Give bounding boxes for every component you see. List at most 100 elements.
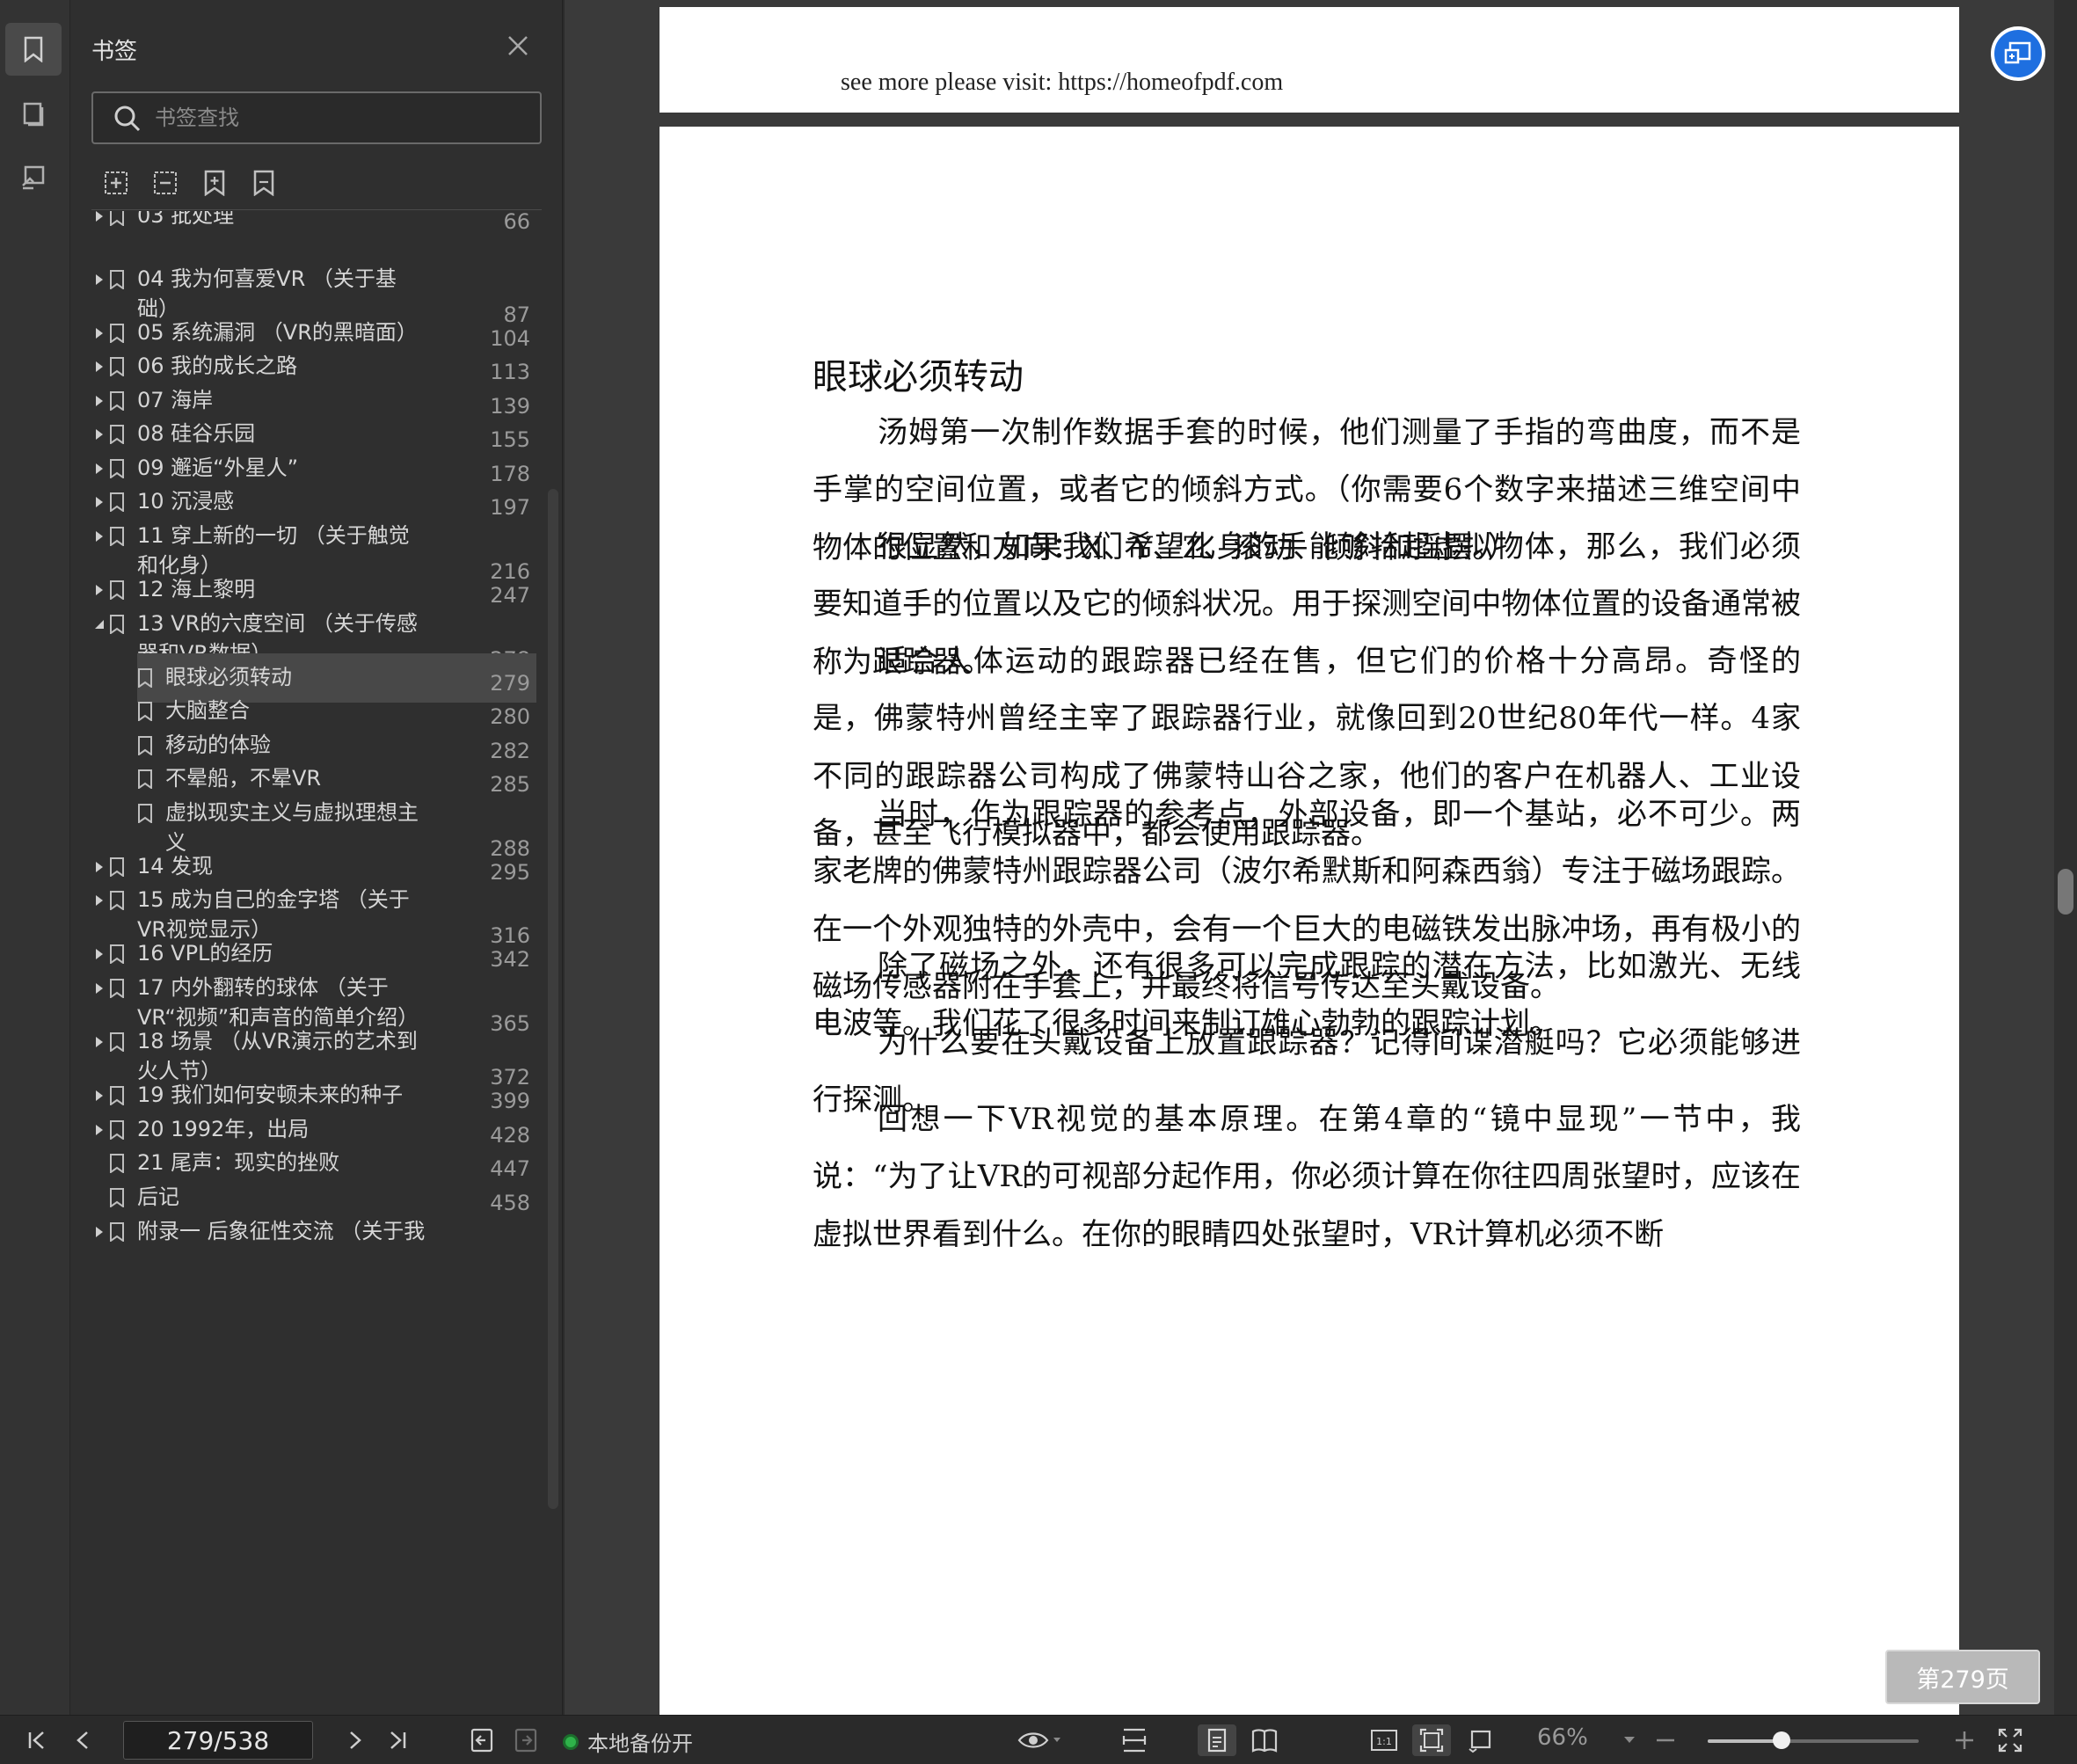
- collapse-all-button[interactable]: [151, 167, 179, 199]
- bookmark-icon: [109, 391, 125, 412]
- bookmark-search: [91, 91, 542, 144]
- collapsed-arrow-icon[interactable]: [93, 1089, 107, 1103]
- page-number-input[interactable]: [123, 1721, 313, 1760]
- pages-icon: [23, 102, 44, 127]
- zoom-in-button[interactable]: [1949, 1724, 1980, 1756]
- collapsed-arrow-icon[interactable]: [93, 583, 107, 597]
- bookmark-scrollbar[interactable]: [548, 489, 558, 1509]
- annotation-tab[interactable]: [5, 151, 62, 204]
- history-back-button[interactable]: [464, 1724, 499, 1756]
- bookmark-tab[interactable]: [5, 23, 62, 76]
- document-scrollbar[interactable]: [2054, 0, 2077, 1715]
- zoom-slider-thumb[interactable]: [1773, 1731, 1790, 1749]
- bookmark-icon: [137, 736, 153, 756]
- previous-page: see more please visit: https://homeofpdf…: [660, 7, 1959, 113]
- export-button[interactable]: [1991, 26, 2045, 81]
- expand-all-button[interactable]: [102, 167, 130, 199]
- bookmark-icon: [109, 1222, 125, 1243]
- local-backup-status[interactable]: 本地备份开: [563, 1726, 693, 1757]
- bookmark-icon: [109, 1120, 125, 1141]
- collapsed-arrow-icon[interactable]: [93, 273, 107, 287]
- back-arrow-icon: [470, 1728, 493, 1753]
- eye-icon: [1017, 1732, 1060, 1748]
- bookmark-icon: [109, 357, 125, 377]
- last-page-button[interactable]: [380, 1724, 415, 1756]
- collapsed-arrow-icon[interactable]: [93, 981, 107, 995]
- bookmark-page-number: 285: [490, 772, 530, 797]
- fullscreen-button[interactable]: [1993, 1724, 2028, 1756]
- zoom-level[interactable]: 66%: [1537, 1724, 1588, 1751]
- add-bookmark-button[interactable]: [200, 167, 229, 199]
- bookmark-label: 06 我的成长之路: [137, 354, 298, 378]
- fit-width-button[interactable]: [1115, 1724, 1154, 1756]
- actual-size-icon: 1:1: [1371, 1730, 1397, 1751]
- bookmark-icon: [137, 702, 153, 722]
- fit-width-icon: [1122, 1728, 1147, 1753]
- bookmark-page-number: 178: [490, 462, 530, 486]
- dual-page-button[interactable]: [1245, 1724, 1284, 1756]
- collapsed-arrow-icon[interactable]: [93, 1035, 107, 1049]
- bookmark-list: 03 批处理 66 04 我为何喜爱VR （关于基础） 87 05 系统漏洞 （VR的黑…: [70, 211, 550, 1715]
- bookmark-icon: [109, 492, 125, 513]
- zoom-out-button[interactable]: [1650, 1724, 1681, 1756]
- bookmark-toolbar: [102, 167, 278, 202]
- bookmark-label: 18 场景 （从VR演示的艺术到火人节）: [137, 1029, 418, 1083]
- bookmark-label: 17 内外翻转的球体 （关于VR“视频”和声音的简单介绍）: [137, 975, 419, 1030]
- collapsed-arrow-icon[interactable]: [93, 427, 107, 441]
- collapsed-arrow-icon[interactable]: [93, 947, 107, 961]
- bookmark-icon: [109, 324, 125, 344]
- previous-page-button[interactable]: [65, 1724, 100, 1756]
- collapsed-arrow-icon[interactable]: [93, 893, 107, 908]
- collapsed-arrow-icon[interactable]: [93, 326, 107, 340]
- bookmark-page-number: 113: [490, 360, 530, 384]
- collapsed-arrow-icon[interactable]: [93, 1225, 107, 1239]
- collapsed-arrow-icon[interactable]: [93, 495, 107, 509]
- fit-page-button[interactable]: [1412, 1724, 1451, 1756]
- zoom-dropdown[interactable]: [1616, 1724, 1643, 1756]
- collapsed-arrow-icon[interactable]: [93, 211, 107, 223]
- single-page-button[interactable]: [1198, 1724, 1236, 1756]
- bookmark-icon: [109, 615, 125, 635]
- rotate-icon: [1468, 1730, 1491, 1753]
- fit-page-icon: [1419, 1728, 1444, 1753]
- bookmark-page-number: 104: [490, 326, 530, 351]
- collapsed-arrow-icon[interactable]: [93, 462, 107, 476]
- actual-size-button[interactable]: 1:1: [1365, 1724, 1403, 1756]
- collapsed-arrow-icon[interactable]: [93, 529, 107, 543]
- next-page-button[interactable]: [338, 1724, 373, 1756]
- status-bar: 本地备份开 1:1 66%: [0, 1715, 2077, 1764]
- bookmark-icon: [109, 211, 125, 227]
- thumbnail-tab[interactable]: [5, 88, 62, 141]
- collapsed-arrow-icon[interactable]: [93, 360, 107, 374]
- add-bookmark-icon: [204, 170, 225, 196]
- bookmark-page-number: 288: [490, 836, 530, 861]
- bookmark-label: 16 VPL的经历: [137, 941, 273, 966]
- bookmark-outline-button[interactable]: [250, 167, 278, 199]
- bookmark-icon: [109, 459, 125, 479]
- expanded-arrow-icon[interactable]: [93, 617, 107, 631]
- chevron-left-icon: [77, 1731, 88, 1749]
- first-page-icon: [28, 1731, 44, 1749]
- first-page-button[interactable]: [19, 1724, 55, 1756]
- bookmark-panel: 书签 03 批处理 66 04 我为何喜爱VR （关于基础） 87 05 系统漏洞 （V…: [70, 0, 563, 1715]
- single-page-icon: [1207, 1728, 1227, 1753]
- eye-protection-button[interactable]: [1013, 1724, 1066, 1756]
- forward-arrow-icon: [514, 1728, 537, 1753]
- bookmark-search-input[interactable]: [155, 100, 524, 135]
- bookmark-label: 21 尾声：现实的挫败: [137, 1150, 340, 1175]
- chevron-down-icon: [1624, 1737, 1635, 1743]
- bookmark-page-number: 458: [490, 1191, 530, 1215]
- rotate-button[interactable]: [1461, 1724, 1500, 1756]
- page-footer-text: see more please visit: https://homeofpdf…: [841, 69, 1284, 96]
- close-icon: [508, 36, 528, 55]
- collapsed-arrow-icon[interactable]: [93, 1123, 107, 1137]
- bookmark-label: 眼球必须转动: [165, 665, 292, 689]
- close-panel-button[interactable]: [506, 33, 536, 63]
- history-forward-button[interactable]: [508, 1724, 543, 1756]
- bookmark-label: 14 发现: [137, 854, 214, 878]
- bookmark-page-number: 447: [490, 1156, 530, 1181]
- collapsed-arrow-icon[interactable]: [93, 394, 107, 408]
- collapsed-arrow-icon[interactable]: [93, 860, 107, 874]
- document-scroll-thumb[interactable]: [2058, 869, 2073, 915]
- convert-icon: [2004, 41, 2031, 64]
